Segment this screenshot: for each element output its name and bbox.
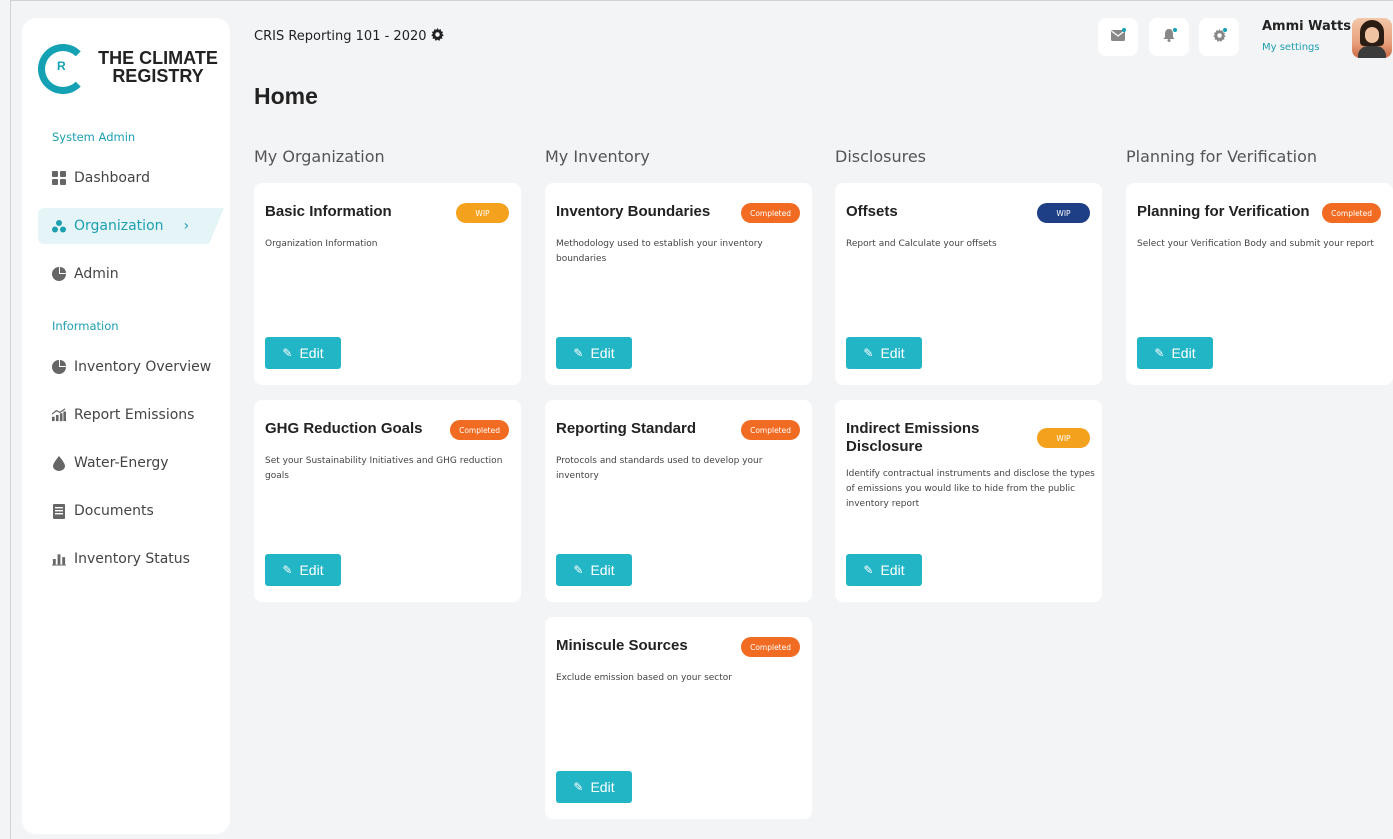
section-system-admin: System Admin xyxy=(52,130,136,144)
card-description: Select your Verification Body and submit… xyxy=(1137,239,1374,249)
card-description: Methodology used to establish your inven… xyxy=(556,239,763,264)
sidebar-item-inventory-status[interactable]: Inventory Status xyxy=(52,544,190,574)
status-badge: Completed xyxy=(450,420,509,440)
user-name: Ammi Watts xyxy=(1262,19,1351,34)
sidebar-item-inventory-overview[interactable]: Inventory Overview xyxy=(52,352,211,382)
edit-button[interactable]: ✎ Edit xyxy=(846,337,922,369)
sidebar-item-organization[interactable]: Organization › xyxy=(38,208,224,244)
notification-dot xyxy=(1223,28,1227,32)
card-offsets: Offsets WIP Report and Calculate your of… xyxy=(835,183,1102,385)
edit-icon: ✎ xyxy=(573,563,584,577)
card-indirect-emissions-disclosure: Indirect Emissions Disclosure WIP Identi… xyxy=(835,400,1102,602)
card-inventory-boundaries: Inventory Boundaries Completed Methodolo… xyxy=(545,183,812,385)
sidebar-item-label: Report Emissions xyxy=(74,407,195,423)
edit-button[interactable]: ✎ Edit xyxy=(265,337,341,369)
card-ghg-reduction-goals: GHG Reduction Goals Completed Set your S… xyxy=(254,400,521,602)
sidebar-item-label: Admin xyxy=(74,266,119,282)
status-badge: WIP xyxy=(1037,203,1090,223)
card-reporting-standard: Reporting Standard Completed Protocols a… xyxy=(545,400,812,602)
status-badge: WIP xyxy=(456,203,509,223)
sidebar-item-water-energy[interactable]: Water-Energy xyxy=(52,448,169,478)
card-title: Inventory Boundaries xyxy=(556,203,711,220)
pie-icon xyxy=(52,360,66,374)
card-title: Offsets xyxy=(846,203,898,220)
edit-button[interactable]: ✎ Edit xyxy=(556,554,632,586)
card-title: Planning for Verification xyxy=(1137,203,1310,220)
sidebar-item-label: Dashboard xyxy=(74,170,150,186)
card-title: GHG Reduction Goals xyxy=(265,420,423,437)
section-information: Information xyxy=(52,319,119,333)
edit-button[interactable]: ✎ Edit xyxy=(556,337,632,369)
org-icon xyxy=(52,219,66,233)
card-miniscule-sources: Miniscule Sources Completed Exclude emis… xyxy=(545,617,812,819)
sidebar-item-admin[interactable]: Admin xyxy=(52,259,119,289)
gear-icon[interactable] xyxy=(430,28,444,45)
card-description: Exclude emission based on your sector xyxy=(556,673,732,683)
notification-dot xyxy=(1122,28,1126,32)
column-title-planning-for-verification: Planning for Verification xyxy=(1126,147,1317,166)
my-settings-link[interactable]: My settings xyxy=(1262,42,1320,53)
edit-icon: ✎ xyxy=(573,346,584,360)
card-description: Report and Calculate your offsets xyxy=(846,239,997,249)
chevron-right-icon: › xyxy=(183,218,190,234)
sidebar-item-dashboard[interactable]: Dashboard xyxy=(52,163,150,193)
card-title: Reporting Standard xyxy=(556,420,697,437)
status-badge: Completed xyxy=(741,637,800,657)
edit-button[interactable]: ✎ Edit xyxy=(846,554,922,586)
pie-icon xyxy=(52,267,66,281)
status-badge: Completed xyxy=(741,420,800,440)
edit-icon: ✎ xyxy=(573,780,584,794)
sidebar-item-label: Water-Energy xyxy=(74,455,169,471)
column-title-my-inventory: My Inventory xyxy=(545,147,650,166)
column-title-disclosures: Disclosures xyxy=(835,147,927,166)
drop-icon xyxy=(52,455,66,471)
edit-button[interactable]: ✎ Edit xyxy=(1137,337,1213,369)
breadcrumb[interactable]: CRIS Reporting 101 - 2020 xyxy=(254,28,444,45)
grid-icon xyxy=(52,171,66,185)
notification-dot xyxy=(1173,28,1177,32)
card-basic-information: Basic Information WIP Organization Infor… xyxy=(254,183,521,385)
avatar[interactable] xyxy=(1352,18,1392,58)
sidebar-item-label: Documents xyxy=(74,503,154,519)
chart-icon xyxy=(52,408,66,422)
mail-button[interactable] xyxy=(1098,18,1138,56)
edit-icon: ✎ xyxy=(863,563,874,577)
edit-icon: ✎ xyxy=(1154,346,1165,360)
edit-button[interactable]: ✎ Edit xyxy=(556,771,632,803)
page-title: Home xyxy=(254,83,318,109)
sidebar-item-documents[interactable]: Documents xyxy=(52,496,154,526)
card-title: Basic Information xyxy=(265,203,392,220)
logo-mark-icon: R xyxy=(38,44,88,94)
card-description: Organization Information xyxy=(265,239,378,249)
edit-button[interactable]: ✎ Edit xyxy=(265,554,341,586)
settings-button[interactable] xyxy=(1199,18,1239,56)
status-badge: WIP xyxy=(1037,428,1090,448)
climate-registry-logo[interactable]: R THE CLIMATE REGISTRY xyxy=(38,44,218,108)
edit-icon: ✎ xyxy=(863,346,874,360)
card-planning-for-verification: Planning for Verification Completed Sele… xyxy=(1126,183,1393,385)
document-icon xyxy=(52,503,66,519)
sidebar-item-label: Organization xyxy=(74,218,164,234)
card-description: Protocols and standards used to develop … xyxy=(556,456,763,481)
card-title: Indirect Emissions Disclosure xyxy=(846,420,980,455)
breadcrumb-label: CRIS Reporting 101 - 2020 xyxy=(254,29,427,44)
status-badge: Completed xyxy=(1322,203,1381,223)
bar-chart-icon xyxy=(52,552,66,566)
logo-text: THE CLIMATE REGISTRY xyxy=(98,48,218,86)
sidebar-item-report-emissions[interactable]: Report Emissions xyxy=(52,400,194,430)
sidebar-item-label: Inventory Status xyxy=(74,551,190,567)
status-badge: Completed xyxy=(741,203,800,223)
edit-icon: ✎ xyxy=(282,563,293,577)
column-title-my-organization: My Organization xyxy=(254,147,385,166)
card-description: Identify contractual instruments and dis… xyxy=(846,469,1095,509)
sidebar: R THE CLIMATE REGISTRY System Admin Dash… xyxy=(22,18,230,834)
notifications-button[interactable] xyxy=(1149,18,1189,56)
card-title: Miniscule Sources xyxy=(556,637,688,654)
sidebar-item-label: Inventory Overview xyxy=(74,359,212,375)
edit-icon: ✎ xyxy=(282,346,293,360)
card-description: Set your Sustainability Initiatives and … xyxy=(265,456,503,481)
